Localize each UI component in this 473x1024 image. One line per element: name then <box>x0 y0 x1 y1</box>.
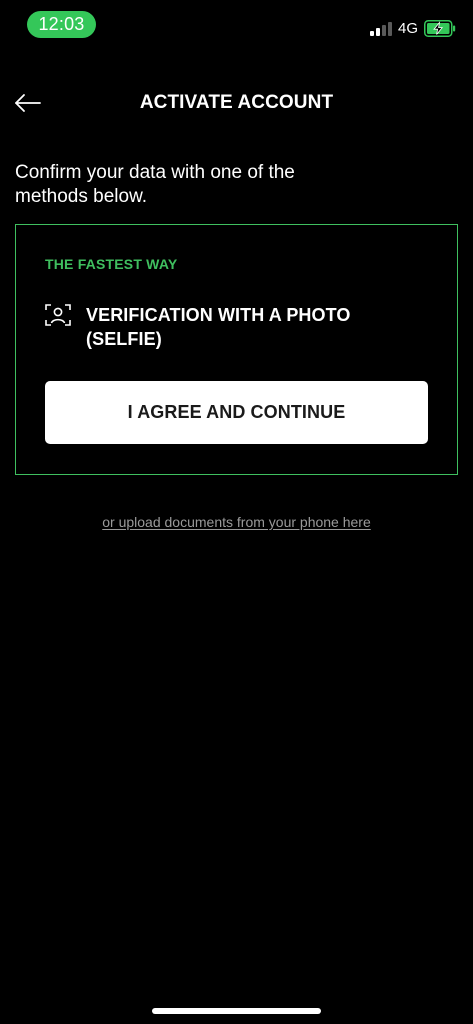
arrow-left-icon[interactable] <box>14 92 42 114</box>
face-scan-icon <box>45 304 71 326</box>
status-bar: 12:03 4G <box>0 0 473 48</box>
upload-documents-link[interactable]: or upload documents from your phone here <box>0 513 473 531</box>
intro-text: Confirm your data with one of the method… <box>15 162 295 207</box>
agree-and-continue-button[interactable]: I AGREE AND CONTINUE <box>45 381 428 444</box>
status-time: 12:03 <box>27 11 96 38</box>
network-type: 4G <box>398 20 419 37</box>
page-title: ACTIVATE ACCOUNT <box>139 92 334 113</box>
activate-account-screen: 12:03 4G ACTIVATE ACCOUNT Confirm your d… <box>0 0 473 1024</box>
home-indicator <box>152 1008 321 1014</box>
card-label: THE FASTEST WAY <box>45 256 178 272</box>
method-title: VERIFICATION WITH A PHOTO (SELFIE) <box>86 305 351 349</box>
battery-charging-icon <box>424 20 456 37</box>
cellular-signal-icon <box>370 22 392 36</box>
